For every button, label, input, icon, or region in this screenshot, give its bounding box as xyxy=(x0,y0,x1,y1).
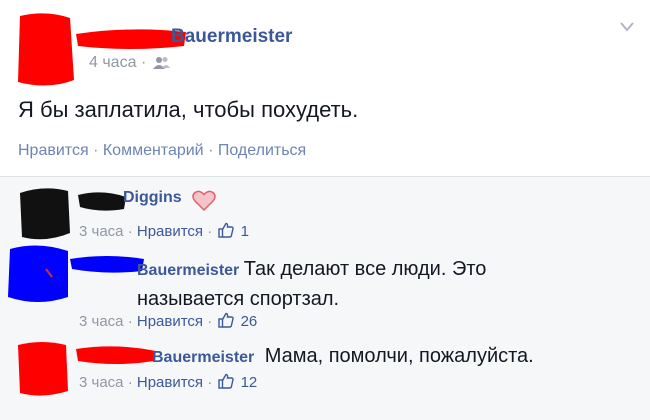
thumbs-up-icon[interactable] xyxy=(218,312,235,328)
comment-author-name[interactable]: Bauermeister xyxy=(152,349,254,366)
redacted-name xyxy=(78,192,126,211)
redacted-avatar xyxy=(18,13,74,86)
comment-meta: 3 часа · Нравится · 1 xyxy=(79,222,249,240)
post-actions: Нравится · Комментарий · Поделиться xyxy=(18,142,307,159)
comment-text: Мама, помолчи, пожалуйста. xyxy=(264,345,534,367)
redacted-name xyxy=(70,256,144,273)
chevron-down-icon[interactable] xyxy=(620,22,634,32)
thumbs-up-icon[interactable] xyxy=(218,222,235,238)
comment-timestamp[interactable]: 3 часа xyxy=(79,313,124,330)
comment-like-count[interactable]: 12 xyxy=(241,374,258,391)
comments-section: Diggins 3 часа · Нравится · 1 Bauermeist… xyxy=(0,176,650,420)
comment-like-link[interactable]: Нравится xyxy=(137,223,203,240)
share-link[interactable]: Поделиться xyxy=(218,142,306,159)
friends-icon[interactable] xyxy=(152,56,170,69)
comment-link[interactable]: Комментарий xyxy=(103,142,204,159)
comment-timestamp[interactable]: 3 часа xyxy=(79,374,124,391)
comment-text-line1: Так делают все люди. Это xyxy=(243,258,487,280)
thumbs-up-icon[interactable] xyxy=(218,373,235,389)
post-timestamp[interactable]: 4 часа xyxy=(89,54,136,71)
comment-author-name[interactable]: Bauermeister xyxy=(137,262,239,279)
redacted-name xyxy=(76,346,156,364)
comment-timestamp[interactable]: 3 часа xyxy=(79,223,124,240)
comment-body: Bauermeister Так делают все люди. Это на… xyxy=(137,255,637,315)
like-link[interactable]: Нравится xyxy=(18,142,89,159)
comment-like-link[interactable]: Нравится xyxy=(137,313,203,330)
heart-icon xyxy=(192,190,216,211)
post-text: Я бы заплатила, чтобы похудеть. xyxy=(18,97,359,122)
redacted-avatar xyxy=(20,188,70,240)
comment-meta: 3 часа · Нравится · 26 xyxy=(79,312,258,330)
comment-author-name[interactable]: Diggins xyxy=(123,189,182,207)
redacted-avatar xyxy=(18,342,68,396)
comment-like-count[interactable]: 1 xyxy=(241,223,249,240)
comment-meta: 3 часа · Нравится · 12 xyxy=(79,373,258,391)
post-meta: 4 часа · xyxy=(89,54,172,72)
post-author-name[interactable]: Bauermeister xyxy=(171,26,292,48)
comment-body: Bauermeister Мама, помолчи, пожалуйста. xyxy=(152,345,534,368)
comment-text-line2: называется спортзал. xyxy=(137,288,340,310)
redacted-avatar xyxy=(8,245,68,302)
comment-like-count[interactable]: 26 xyxy=(241,313,258,330)
post: Bauermeister 4 часа · Я бы заплатила, чт… xyxy=(0,0,650,176)
comment-like-link[interactable]: Нравится xyxy=(137,374,203,391)
